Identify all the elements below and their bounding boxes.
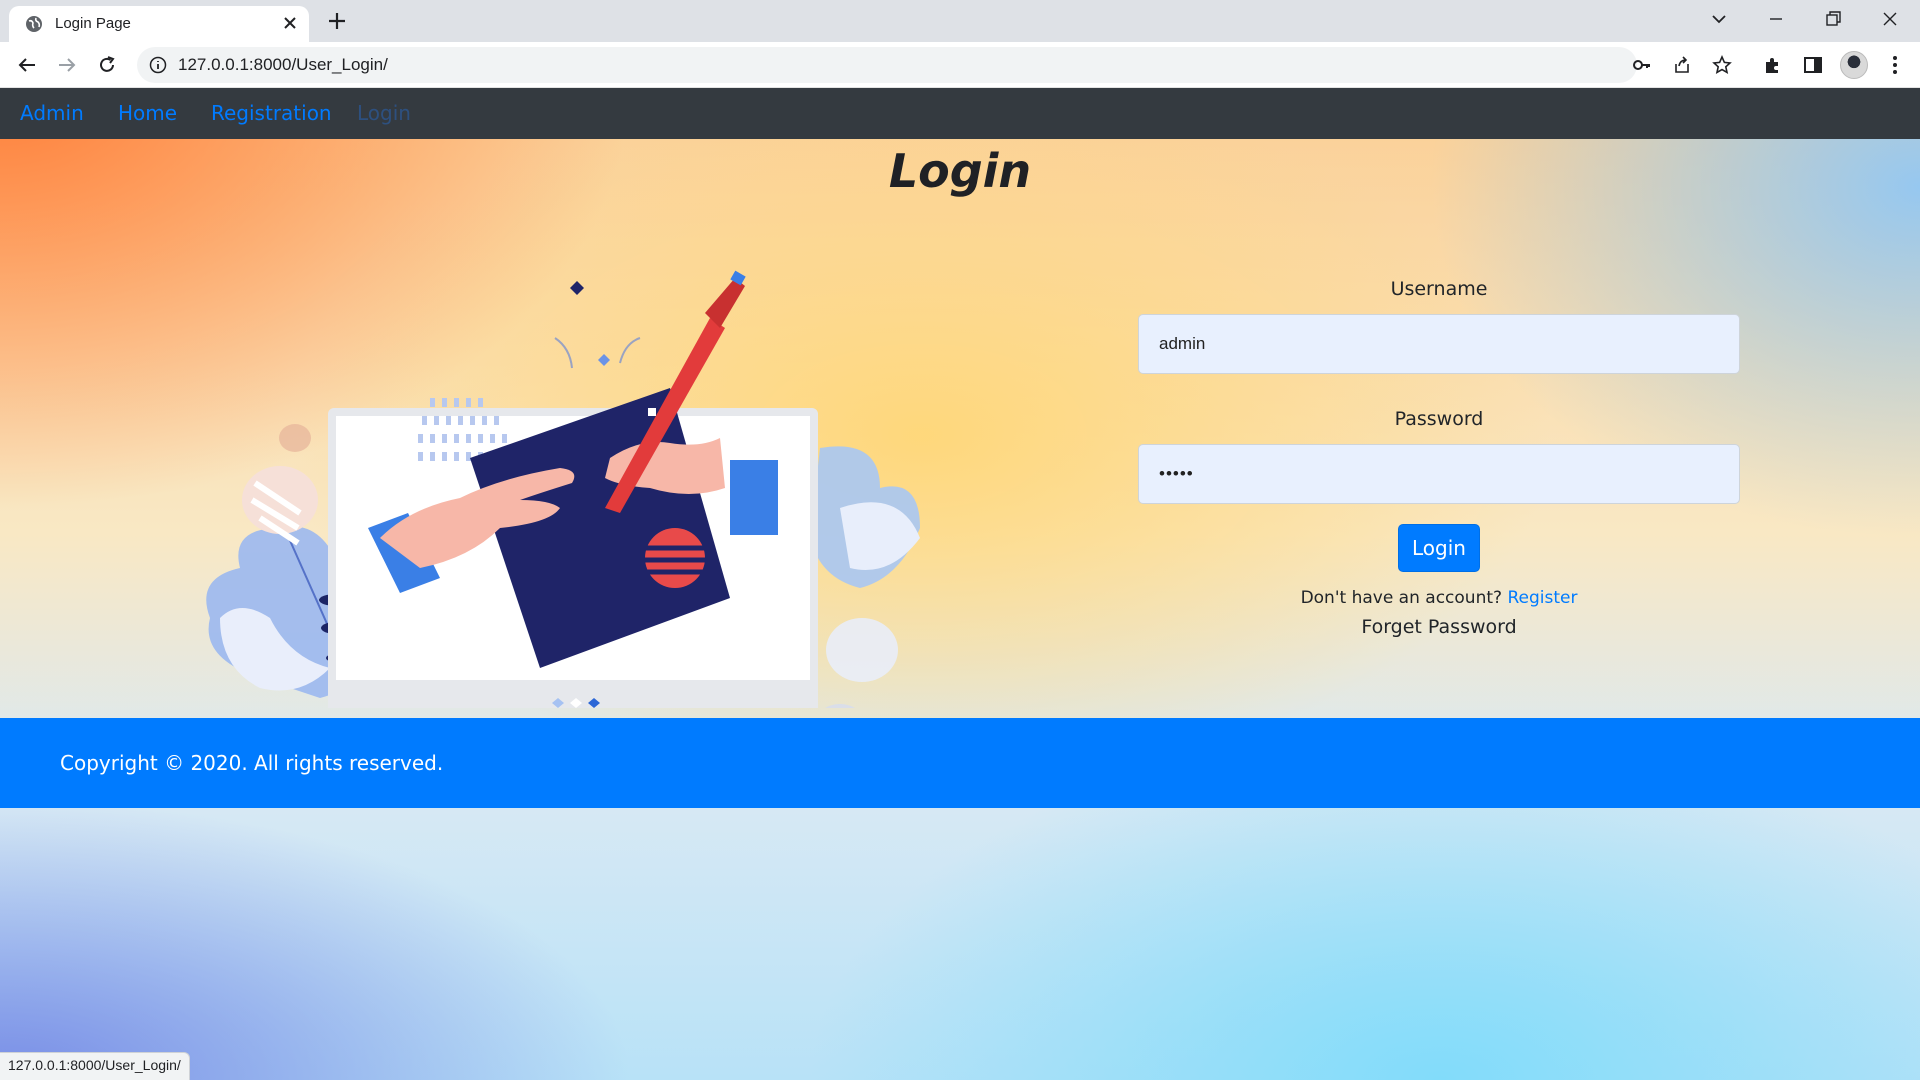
register-link[interactable]: Register [1507,588,1577,608]
restore-icon[interactable] [1823,9,1843,29]
tab-search-chevron-icon[interactable] [1709,9,1729,29]
side-panel-icon[interactable] [1802,54,1824,76]
browser-tab-bar: Login Page [0,0,1920,42]
close-icon[interactable] [281,14,299,32]
page-content: Admin Home Registration Login Login User… [0,88,1920,1080]
url-text[interactable]: 127.0.0.1:8000/User_Login/ [178,55,388,75]
reload-icon[interactable] [96,54,118,76]
signup-prompt: Don't have an account? Register [1138,588,1740,608]
site-footer: Copyright © 2020. All rights reserved. [0,718,1920,808]
profile-avatar[interactable] [1840,51,1868,79]
back-icon[interactable] [16,54,38,76]
globe-icon [26,16,42,32]
nav-home[interactable]: Home [118,101,177,125]
info-icon[interactable] [149,56,167,74]
nav-registration[interactable]: Registration [211,101,332,125]
site-navbar: Admin Home Registration Login [0,88,1920,139]
window-close-icon[interactable] [1880,9,1900,29]
key-icon[interactable] [1632,55,1652,75]
username-input[interactable]: admin [1138,314,1740,374]
signup-prompt-text: Don't have an account? [1300,588,1503,608]
nav-login[interactable]: Login [357,101,411,125]
tab-title: Login Page [55,15,131,32]
address-bar[interactable]: 127.0.0.1:8000/User_Login/ [137,47,1732,83]
login-illustration [206,270,920,708]
browser-toolbar: 127.0.0.1:8000/User_Login/ [0,42,1920,88]
forget-password-link[interactable]: Forget Password [1138,616,1740,638]
copyright-text: Copyright © 2020. All rights reserved. [60,751,444,775]
star-icon[interactable] [1712,55,1732,75]
new-tab-icon[interactable] [326,10,348,32]
extensions-icon[interactable] [1762,54,1784,76]
status-bar-url: 127.0.0.1:8000/User_Login/ [0,1052,190,1080]
login-button[interactable]: Login [1398,524,1480,572]
share-icon[interactable] [1672,55,1692,75]
password-input[interactable]: ••••• [1138,444,1740,504]
menu-kebab-icon[interactable] [1884,54,1906,76]
username-label: Username [1390,278,1488,300]
password-label: Password [1394,408,1484,430]
browser-tab[interactable]: Login Page [9,6,309,42]
nav-admin[interactable]: Admin [20,101,84,125]
minimize-icon[interactable] [1766,9,1786,29]
page-title: Login [888,144,1032,198]
forward-icon[interactable] [56,54,78,76]
